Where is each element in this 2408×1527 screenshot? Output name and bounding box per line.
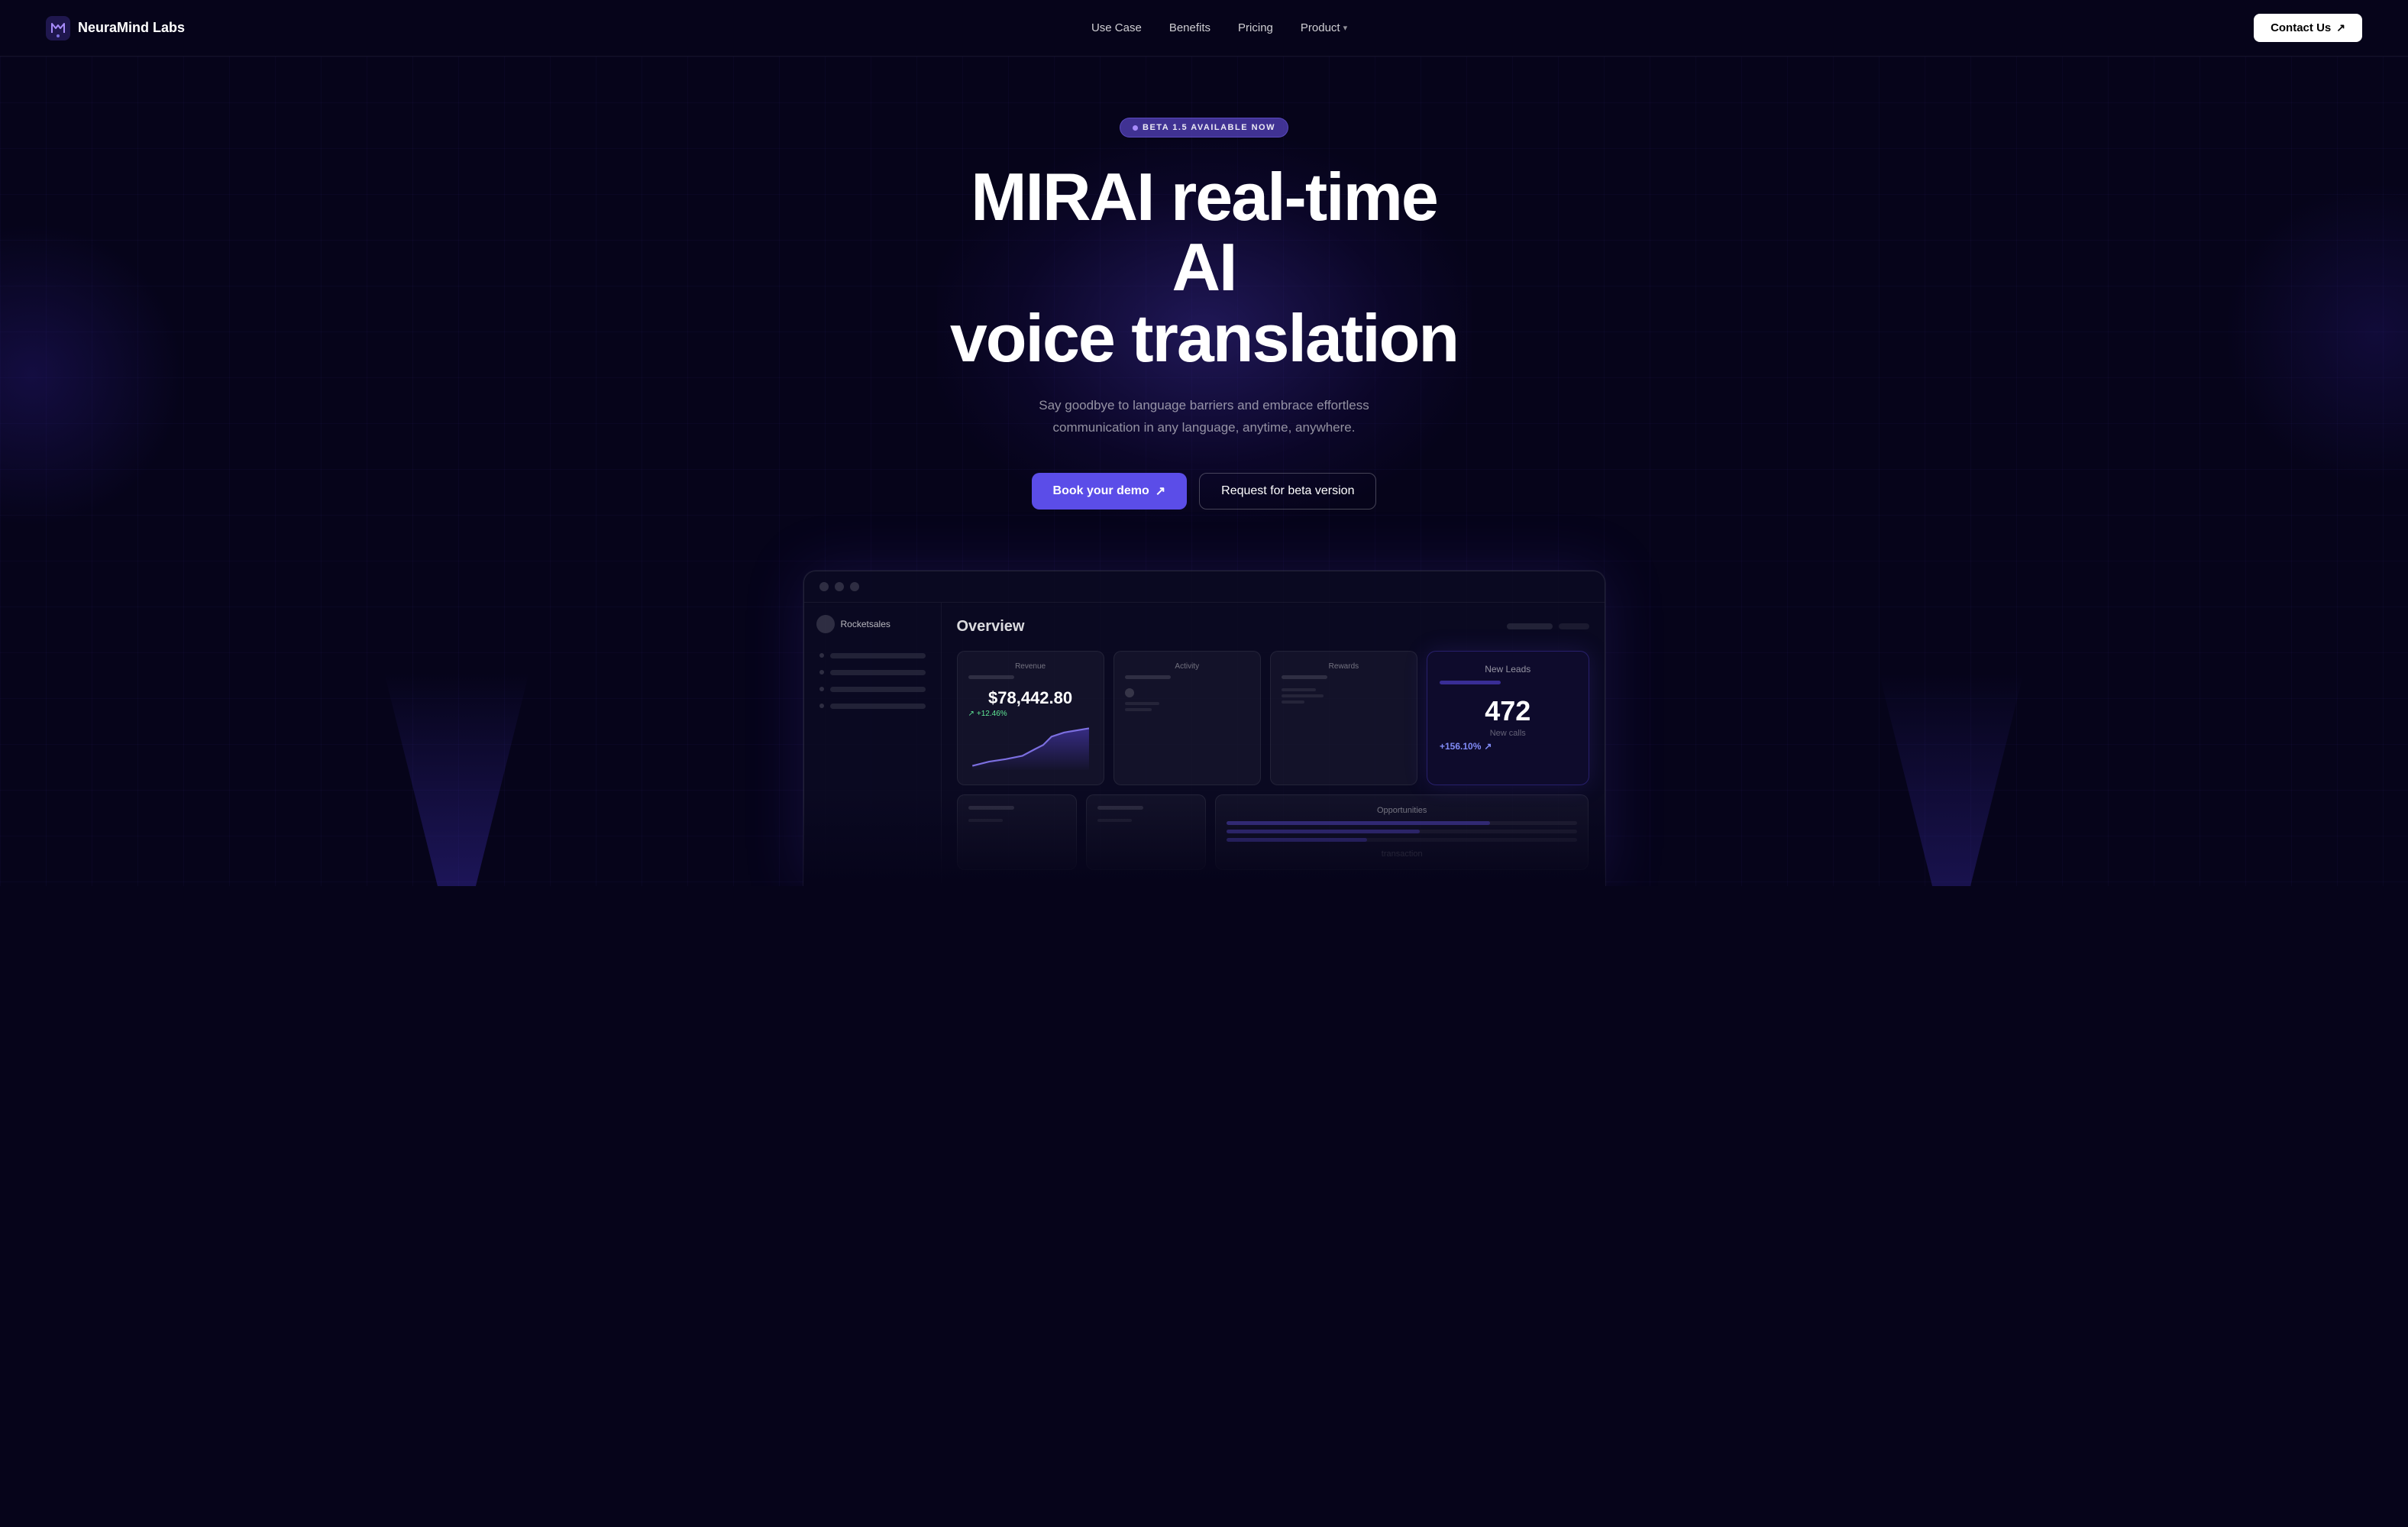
request-beta-button[interactable]: Request for beta version: [1199, 473, 1376, 510]
header-bar-2: [1559, 623, 1589, 629]
sidebar-nav-item-1: [813, 649, 932, 663]
dashboard-header: Overview: [957, 618, 1589, 636]
nav-links: Use Case Benefits Pricing Product ▾: [1091, 21, 1347, 35]
hero-subtitle: Say goodbye to language barriers and emb…: [1021, 395, 1388, 439]
beta-badge: BETA 1.5 AVAILABLE NOW: [1120, 118, 1288, 137]
opp-bar-1: [1227, 821, 1578, 825]
placeholder-card-1: [957, 794, 1077, 870]
navbar: NeuraMind Labs Use Case Benefits Pricing…: [0, 0, 2408, 57]
transaction-label: transaction: [1227, 849, 1578, 859]
contact-us-button[interactable]: Contact Us ↗: [2254, 14, 2362, 42]
chevron-down-icon: ▾: [1343, 23, 1348, 33]
new-leads-bar: [1440, 681, 1501, 684]
window-titlebar: [804, 571, 1605, 603]
activity-bar: [1125, 675, 1171, 679]
dashboard-preview: Rocketsales: [803, 571, 1605, 886]
hero-content: BETA 1.5 AVAILABLE NOW MIRAI real-time A…: [15, 118, 2393, 886]
logo[interactable]: NeuraMind Labs: [46, 16, 185, 40]
activity-label: Activity: [1125, 662, 1249, 671]
revenue-card: Revenue $78,442.80 ↗ +12.46%: [957, 651, 1104, 785]
dashboard-main: Overview Revenue: [942, 603, 1605, 885]
logo-icon: [46, 16, 70, 40]
arrow-icon: ↗: [1484, 741, 1492, 752]
hero-buttons: Book your demo ↗ Request for beta versio…: [15, 473, 2393, 510]
window-dot-yellow: [835, 582, 844, 591]
rewards-label: Rewards: [1282, 662, 1406, 671]
logo-text: NeuraMind Labs: [78, 20, 185, 36]
placeholder-card-2: [1086, 794, 1206, 870]
nav-item-pricing[interactable]: Pricing: [1238, 21, 1273, 35]
company-name: Rocketsales: [841, 619, 890, 629]
book-demo-button[interactable]: Book your demo ↗: [1032, 473, 1188, 510]
nav-item-product[interactable]: Product ▾: [1301, 21, 1347, 34]
header-bar-1: [1507, 623, 1553, 629]
rewards-bar: [1282, 675, 1327, 679]
sidebar-nav-item-2: [813, 665, 932, 680]
revenue-change: ↗ +12.46%: [968, 710, 1093, 718]
new-leads-value: 472: [1440, 695, 1576, 727]
dashboard-sidebar: Rocketsales: [804, 603, 942, 885]
activity-dot: [1125, 688, 1134, 697]
opportunities-label: Opportunities: [1227, 806, 1578, 815]
new-leads-change: +156.10% ↗: [1440, 741, 1576, 752]
opp-bar-3: [1227, 838, 1578, 842]
revenue-value: $78,442.80: [968, 688, 1093, 708]
new-leads-sub: New calls: [1440, 729, 1576, 738]
dashboard-window: Rocketsales: [803, 571, 1605, 886]
company-avatar: [816, 615, 835, 633]
company-row: Rocketsales: [813, 615, 932, 633]
beta-dot: [1133, 125, 1138, 131]
nav-item-use-case[interactable]: Use Case: [1091, 21, 1142, 35]
window-dot-green: [850, 582, 859, 591]
sidebar-nav-item-3: [813, 682, 932, 697]
activity-card: Activity: [1113, 651, 1261, 785]
hero-title: MIRAI real-time AI voice translation: [937, 162, 1472, 374]
opportunities-card: Opportunities: [1215, 794, 1589, 870]
new-leads-card: New Leads 472 New calls +156.10% ↗: [1427, 651, 1589, 785]
opportunities-bars: [1227, 821, 1578, 842]
window-dot-red: [819, 582, 829, 591]
overview-title: Overview: [957, 618, 1025, 636]
nav-item-benefits[interactable]: Benefits: [1169, 21, 1210, 35]
revenue-label: Revenue: [968, 662, 1093, 671]
revenue-chart: [968, 724, 1093, 770]
external-link-icon: ↗: [1156, 484, 1165, 499]
revenue-bar: [968, 675, 1014, 679]
header-right: [1507, 623, 1589, 629]
hero-section: BETA 1.5 AVAILABLE NOW MIRAI real-time A…: [0, 57, 2408, 886]
opp-bar-2: [1227, 830, 1578, 833]
external-link-icon: ↗: [2336, 21, 2345, 34]
rewards-card: Rewards: [1270, 651, 1417, 785]
sidebar-nav-item-4: [813, 699, 932, 713]
new-leads-label: New Leads: [1440, 664, 1576, 675]
window-body: Rocketsales: [804, 603, 1605, 885]
